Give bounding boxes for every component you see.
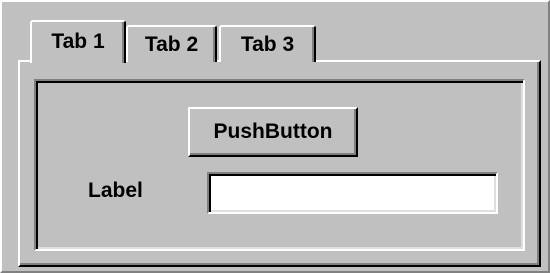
content-group-box: [34, 79, 525, 251]
text-field[interactable]: [207, 172, 498, 214]
tab-page-panel: [18, 60, 541, 267]
tab-2-label: Tab 2: [144, 33, 199, 56]
tab-3[interactable]: Tab 3: [219, 25, 316, 62]
tab-1[interactable]: Tab 1: [30, 20, 126, 63]
push-button[interactable]: PushButton: [188, 107, 358, 157]
tab-3-label: Tab 3: [240, 33, 295, 56]
tab-2[interactable]: Tab 2: [126, 25, 217, 62]
field-label: Label: [88, 179, 143, 202]
tab-1-label: Tab 1: [51, 30, 105, 53]
